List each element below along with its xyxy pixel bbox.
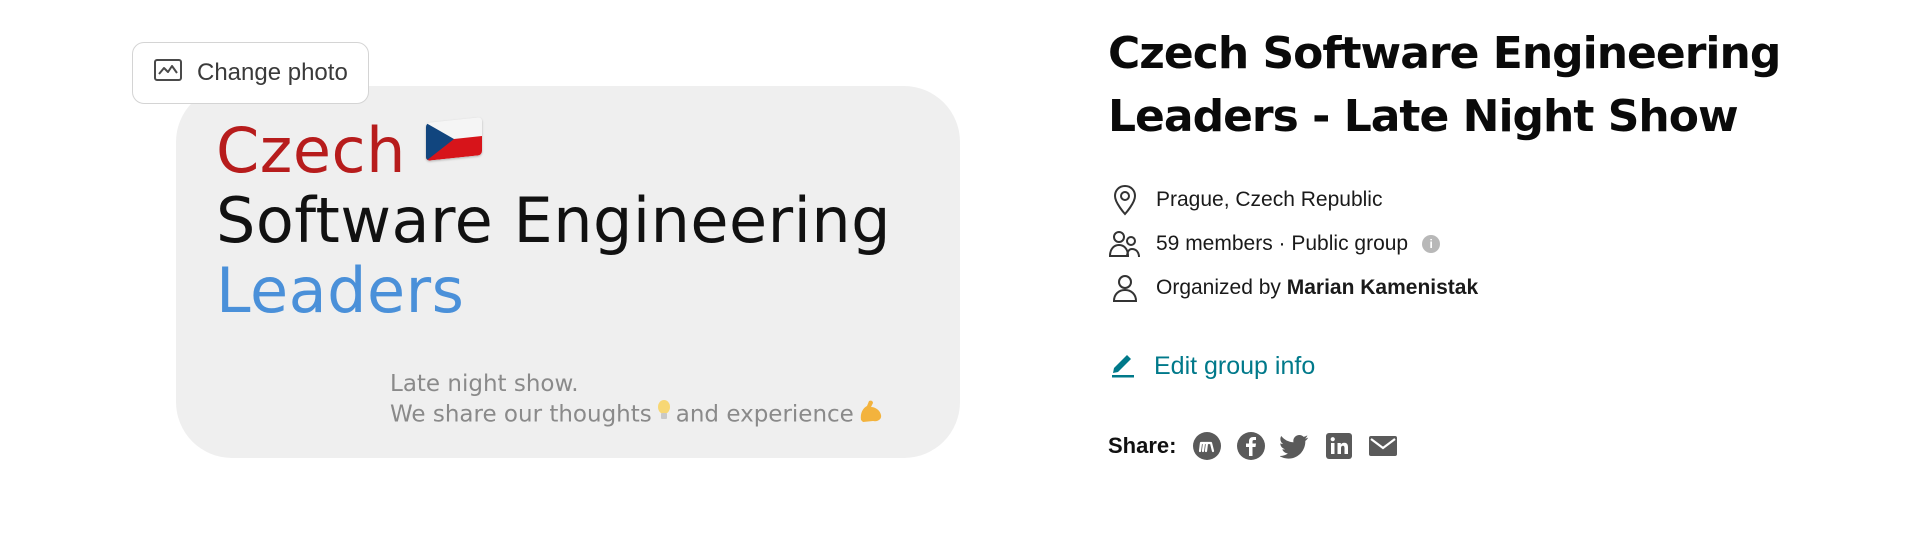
- email-icon[interactable]: [1368, 431, 1398, 461]
- image-icon: [153, 57, 183, 90]
- cover-title-leaders: Leaders: [216, 254, 465, 327]
- tagline-line: We share our thoughts and experience: [390, 399, 888, 431]
- page-title: Czech Software Engineering Leaders - Lat…: [1108, 28, 1781, 142]
- location-text: Prague, Czech Republic: [1156, 188, 1383, 211]
- cover-title-software: Software Engineering: [216, 184, 892, 257]
- change-photo-label: Change photo: [197, 59, 348, 86]
- members-icon: [1108, 227, 1142, 261]
- pencil-icon: [1108, 348, 1138, 385]
- tagline-text: and experience: [675, 401, 854, 428]
- group-info: Czech Software Engineering Leaders - Lat…: [1108, 22, 1868, 461]
- cover-title-czech: Czech: [216, 114, 406, 187]
- location-row: Prague, Czech Republic: [1108, 178, 1868, 222]
- edit-group-info-label: Edit group info: [1154, 352, 1316, 380]
- light-bulb-icon: [656, 399, 672, 431]
- change-photo-button[interactable]: Change photo: [132, 42, 369, 104]
- share-bar: Share:: [1108, 431, 1868, 461]
- tagline-line: Late night show.: [390, 371, 579, 397]
- edit-group-info-link[interactable]: Edit group info: [1108, 348, 1868, 385]
- cover-tagline: Late night show. We share our thoughts an…: [390, 370, 888, 431]
- cover-photo: Czech Software Engineering Leaders Late …: [176, 86, 960, 458]
- organized-by-label: Organized by: [1156, 276, 1281, 299]
- facebook-icon[interactable]: [1236, 431, 1266, 461]
- info-icon[interactable]: i: [1422, 235, 1441, 253]
- organizer-row: Organized by Marian Kamenistak: [1108, 266, 1868, 310]
- share-label: Share:: [1108, 433, 1177, 458]
- organizer-name[interactable]: Marian Kamenistak: [1287, 276, 1478, 300]
- tagline-text: We share our thoughts: [390, 401, 652, 428]
- twitter-icon[interactable]: [1280, 431, 1310, 461]
- cover-title: Czech Software Engineering Leaders: [216, 116, 891, 326]
- flexed-biceps-icon: [858, 399, 884, 431]
- group-header: Czech Software Engineering Leaders Late …: [0, 0, 1920, 552]
- cover-title-line: Czech: [216, 116, 891, 186]
- members-text[interactable]: 59 members · Public group: [1156, 232, 1408, 256]
- group-meta: Prague, Czech Republic 59 members · Publ…: [1108, 178, 1868, 310]
- meetup-icon[interactable]: [1192, 431, 1222, 461]
- members-row: 59 members · Public group i: [1108, 222, 1868, 266]
- person-icon: [1108, 271, 1142, 305]
- location-pin-icon: [1108, 183, 1142, 217]
- czech-flag-icon: [425, 117, 482, 161]
- linkedin-icon[interactable]: [1324, 431, 1354, 461]
